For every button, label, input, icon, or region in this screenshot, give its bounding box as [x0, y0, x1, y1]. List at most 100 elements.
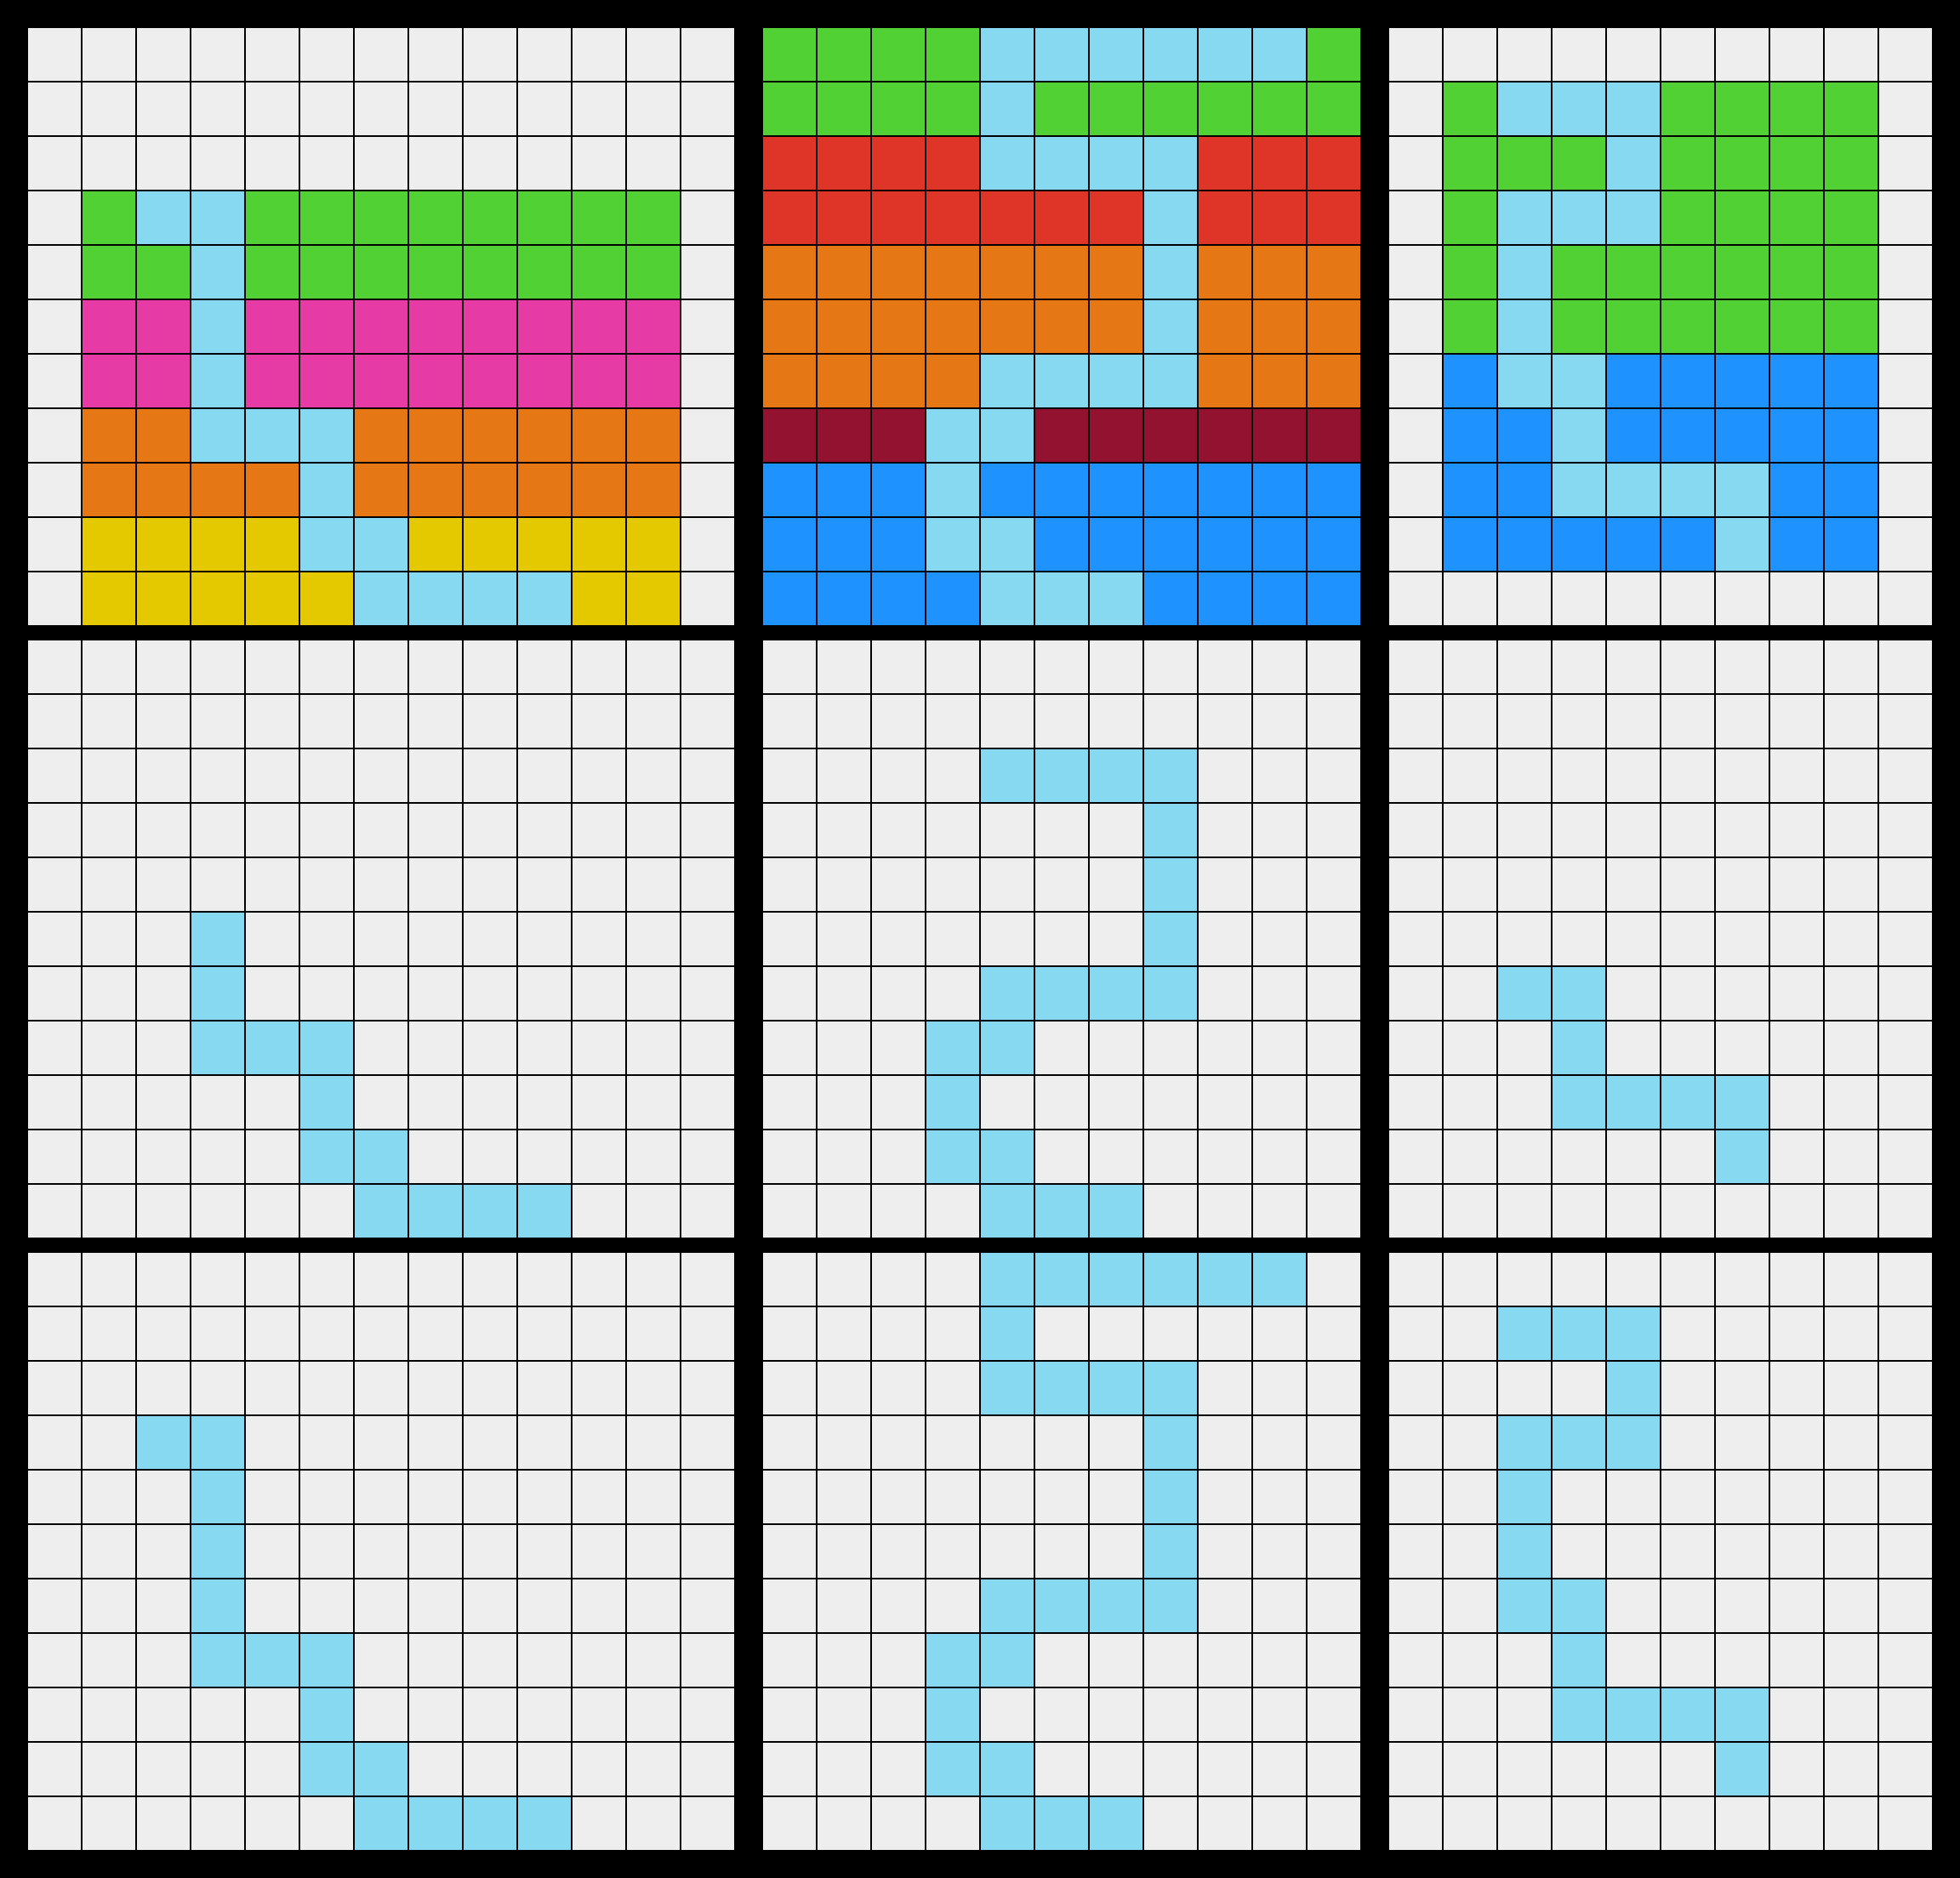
grid-cell: [625, 1020, 681, 1076]
grid-cell: [1251, 462, 1308, 518]
grid-cell: [1197, 1741, 1253, 1797]
grid-cell: [1551, 1414, 1607, 1471]
grid-cell: [135, 802, 191, 858]
grid-cell: [979, 1020, 1035, 1076]
grid-cell: [816, 1469, 872, 1525]
grid-cell: [1088, 1795, 1144, 1852]
grid-cell: [1823, 1578, 1879, 1634]
grid-cell: [1551, 1578, 1607, 1634]
panel-r3-c1: [26, 1251, 736, 1852]
grid-cell: [571, 1523, 627, 1579]
grid-cell: [1605, 135, 1661, 191]
panel-r2-c1: [26, 639, 736, 1239]
grid-cell: [244, 299, 300, 355]
grid-cell: [1197, 802, 1253, 858]
grid-cell: [1823, 26, 1879, 83]
grid-cell: [1088, 1360, 1144, 1416]
grid-cell: [135, 190, 191, 246]
grid-cell: [1823, 299, 1879, 355]
grid-cell: [1387, 1741, 1444, 1797]
grid-cell: [1387, 1020, 1444, 1076]
grid-cell: [81, 965, 137, 1022]
grid-cell: [1877, 407, 1934, 464]
grid-cell: [1551, 26, 1607, 83]
grid-cell: [1034, 1129, 1090, 1185]
grid-cell: [680, 244, 736, 300]
grid-cell: [1605, 1741, 1661, 1797]
grid-cell: [353, 299, 409, 355]
grid-cell: [1387, 639, 1444, 695]
grid-cell: [979, 1360, 1035, 1416]
grid-cell: [1769, 1020, 1825, 1076]
grid-cell: [81, 1687, 137, 1743]
grid-cell: [244, 462, 300, 518]
grid-cell: [1088, 571, 1144, 627]
grid-cell: [1605, 639, 1661, 695]
panel-r2-c2: [761, 639, 1362, 1239]
grid-cell: [1034, 26, 1090, 83]
grid-cell: [979, 1795, 1035, 1852]
grid-cell: [870, 462, 926, 518]
grid-cell: [1605, 748, 1661, 804]
grid-cell: [870, 81, 926, 137]
grid-cell: [870, 244, 926, 300]
grid-cell: [1605, 1795, 1661, 1852]
grid-cell: [1660, 1129, 1716, 1185]
grid-cell: [761, 911, 818, 967]
grid-cell: [353, 1074, 409, 1130]
grid-cell: [1823, 407, 1879, 464]
grid-cell: [353, 748, 409, 804]
grid-cell: [870, 1741, 926, 1797]
grid-cell: [1823, 516, 1879, 572]
grid-cell: [1714, 856, 1770, 913]
grid-cell: [244, 571, 300, 627]
grid-cell: [1306, 693, 1362, 749]
grid-cell: [462, 81, 518, 137]
grid-cell: [407, 81, 464, 137]
grid-cell: [625, 244, 681, 300]
grid-cell: [190, 1795, 246, 1852]
grid-cell: [1306, 1523, 1362, 1579]
grid-cell: [979, 639, 1035, 695]
grid-cell: [1088, 1741, 1144, 1797]
grid-cell: [1769, 1578, 1825, 1634]
grid-cell: [190, 571, 246, 627]
grid-cell: [1660, 407, 1716, 464]
grid-cell: [353, 639, 409, 695]
grid-cell: [1387, 693, 1444, 749]
grid-cell: [299, 1129, 355, 1185]
grid-cell: [462, 244, 518, 300]
grid-cell: [462, 1632, 518, 1688]
grid-cell: [1387, 190, 1444, 246]
grid-cell: [1442, 190, 1498, 246]
grid-cell: [1496, 1469, 1553, 1525]
grid-cell: [1496, 26, 1553, 83]
grid-cell: [1251, 135, 1308, 191]
grid-cell: [81, 407, 137, 464]
grid-cell: [462, 1020, 518, 1076]
grid-cell: [1496, 639, 1553, 695]
grid-cell: [1823, 1306, 1879, 1362]
grid-cell: [516, 1414, 573, 1471]
grid-cell: [244, 1741, 300, 1797]
grid-cell: [1306, 1469, 1362, 1525]
grid-cell: [1714, 26, 1770, 83]
grid-cell: [571, 1578, 627, 1634]
grid-cell: [925, 1020, 981, 1076]
grid-cell: [516, 353, 573, 409]
grid-cell: [1306, 639, 1362, 695]
grid-cell: [353, 856, 409, 913]
grid-cell: [979, 802, 1035, 858]
grid-cell: [1088, 135, 1144, 191]
grid-cell: [680, 1795, 736, 1852]
grid-cell: [761, 856, 818, 913]
grid-cell: [1551, 1687, 1607, 1743]
grid-cell: [1142, 1129, 1199, 1185]
grid-cell: [516, 26, 573, 83]
grid-cell: [26, 244, 83, 300]
grid-cell: [761, 1183, 818, 1239]
grid-cell: [1769, 1469, 1825, 1525]
grid-cell: [1551, 1306, 1607, 1362]
grid-cell: [870, 1795, 926, 1852]
grid-cell: [407, 1632, 464, 1688]
